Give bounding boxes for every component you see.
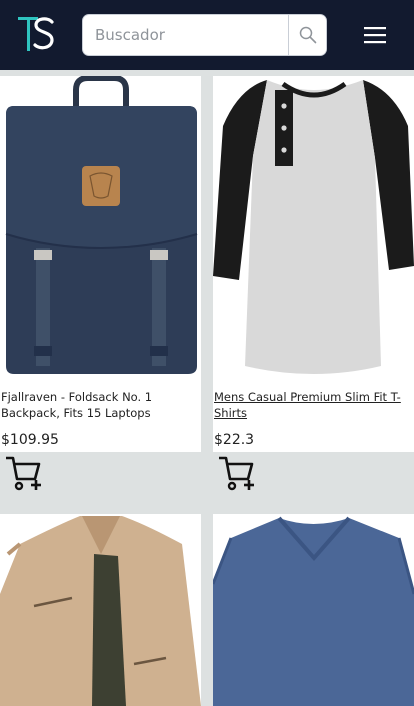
- product-image-jacket[interactable]: [0, 514, 201, 706]
- product-card[interactable]: Fjallraven - Foldsack No. 1 Backpack, Fi…: [0, 76, 201, 452]
- search-button[interactable]: [288, 15, 326, 55]
- search-icon: [299, 26, 316, 44]
- hamburger-menu-button[interactable]: [360, 22, 390, 48]
- add-to-cart-icon[interactable]: [217, 455, 257, 493]
- product-card[interactable]: [213, 514, 414, 706]
- product-image-backpack[interactable]: [0, 76, 201, 376]
- product-price: $109.95: [1, 432, 59, 448]
- add-to-cart-icon[interactable]: [4, 455, 44, 493]
- search-input[interactable]: [83, 15, 289, 55]
- product-image-blue-tshirt[interactable]: [213, 514, 414, 706]
- product-price: $22.3: [214, 432, 255, 448]
- top-navbar: [0, 0, 414, 70]
- product-image-henley-shirt[interactable]: [213, 76, 414, 386]
- product-title[interactable]: Fjallraven - Foldsack No. 1 Backpack, Fi…: [1, 389, 200, 421]
- hamburger-menu-icon: [364, 27, 386, 44]
- search-bar: [82, 14, 327, 56]
- product-card[interactable]: [0, 514, 201, 706]
- store-logo[interactable]: [16, 14, 56, 54]
- product-card[interactable]: Mens Casual Premium Slim Fit T-Shirts $2…: [213, 76, 414, 452]
- product-title[interactable]: Mens Casual Premium Slim Fit T-Shirts: [214, 389, 404, 421]
